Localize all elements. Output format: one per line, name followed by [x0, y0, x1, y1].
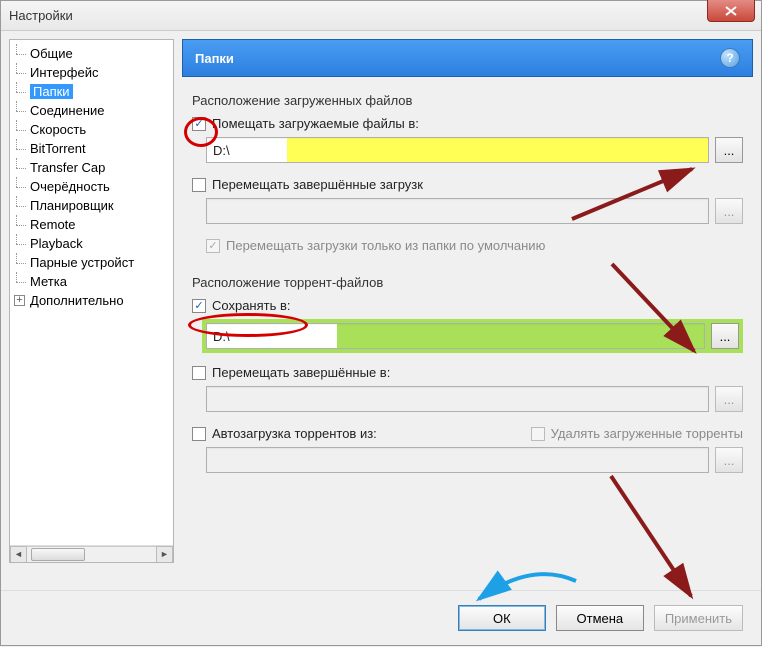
scroll-left-icon[interactable]: ◄ [10, 546, 27, 563]
group-downloads-title: Расположение загруженных файлов [192, 93, 743, 108]
row-autoload: Автозагрузка торрентов из: Удалять загру… [192, 426, 743, 441]
save-to-checkbox[interactable] [192, 299, 206, 313]
row-move-completed: Перемещать завершённые загрузк [192, 177, 743, 192]
sidebar-hscroll[interactable]: ◄ ► [10, 545, 173, 562]
close-button[interactable] [707, 0, 755, 22]
sidebar-item-connection[interactable]: Соединение [16, 101, 173, 120]
move-done-checkbox[interactable] [192, 366, 206, 380]
save-to-browse-button[interactable]: ... [711, 323, 739, 349]
move-completed-path-row: ... [206, 198, 743, 224]
row-move-done: Перемещать завершённые в: [192, 365, 743, 380]
autoload-path-input[interactable] [206, 447, 709, 473]
autoload-browse-button[interactable]: ... [715, 447, 743, 473]
autoload-label: Автозагрузка торрентов из: [212, 426, 377, 441]
move-done-path-input[interactable] [206, 386, 709, 412]
put-files-label: Помещать загружаемые файлы в: [212, 116, 419, 131]
autoload-path-row: ... [206, 447, 743, 473]
panel-header: Папки ? [182, 39, 753, 77]
group-downloads: Расположение загруженных файлов Помещать… [182, 87, 753, 259]
sidebar-item-queue[interactable]: Очерёдность [16, 177, 173, 196]
window-title: Настройки [1, 8, 73, 23]
cancel-button[interactable]: Отмена [556, 605, 644, 631]
panel-title: Папки [195, 51, 234, 66]
save-to-path-row: D:\ ... [202, 319, 743, 353]
move-completed-checkbox[interactable] [192, 178, 206, 192]
move-completed-path-input[interactable] [206, 198, 709, 224]
close-icon [725, 6, 737, 16]
sidebar-item-general[interactable]: Общие [16, 44, 173, 63]
category-tree: Общие Интерфейс Папки Соединение Скорост… [10, 44, 173, 310]
scroll-right-icon[interactable]: ► [156, 546, 173, 563]
dialog-body: Общие Интерфейс Папки Соединение Скорост… [1, 31, 761, 571]
sidebar-item-label[interactable]: Метка [16, 272, 173, 291]
move-completed-browse-button[interactable]: ... [715, 198, 743, 224]
sidebar-item-paired[interactable]: Парные устройст [16, 253, 173, 272]
put-files-path-row: D:\ ... [206, 137, 743, 163]
sidebar: Общие Интерфейс Папки Соединение Скорост… [9, 39, 174, 563]
put-files-browse-button[interactable]: ... [715, 137, 743, 163]
apply-button[interactable]: Применить [654, 605, 743, 631]
move-done-browse-button[interactable]: ... [715, 386, 743, 412]
help-button[interactable]: ? [720, 48, 740, 68]
row-only-default: Перемещать загрузки только из папки по у… [206, 238, 743, 253]
scroll-thumb[interactable] [31, 548, 85, 561]
row-save-to: Сохранять в: [192, 298, 743, 313]
move-done-path-row: ... [206, 386, 743, 412]
sidebar-item-transfer-cap[interactable]: Transfer Cap [16, 158, 173, 177]
scroll-track[interactable] [27, 546, 156, 563]
move-done-label: Перемещать завершённые в: [212, 365, 390, 380]
autoload-checkbox[interactable] [192, 427, 206, 441]
row-put-files: Помещать загружаемые файлы в: [192, 116, 743, 131]
delete-loaded-checkbox [531, 427, 545, 441]
main-panel: Папки ? Расположение загруженных файлов … [182, 39, 753, 563]
save-to-path-input[interactable]: D:\ [206, 323, 705, 349]
ok-button[interactable]: ОК [458, 605, 546, 631]
group-torrents-title: Расположение торрент-файлов [192, 275, 743, 290]
only-default-label: Перемещать загрузки только из папки по у… [226, 238, 545, 253]
titlebar: Настройки [1, 1, 761, 31]
sidebar-item-interface[interactable]: Интерфейс [16, 63, 173, 82]
only-default-checkbox [206, 239, 220, 253]
put-files-path-input[interactable]: D:\ [206, 137, 709, 163]
sidebar-item-advanced[interactable]: Дополнительно [16, 291, 173, 310]
sidebar-item-bittorrent[interactable]: BitTorrent [16, 139, 173, 158]
move-completed-label: Перемещать завершённые загрузк [212, 177, 423, 192]
sidebar-item-remote[interactable]: Remote [16, 215, 173, 234]
sidebar-item-folders[interactable]: Папки [16, 82, 173, 101]
dialog-buttons: ОК Отмена Применить [1, 590, 761, 645]
save-to-label: Сохранять в: [212, 298, 291, 313]
sidebar-item-speed[interactable]: Скорость [16, 120, 173, 139]
delete-loaded-label: Удалять загруженные торренты [551, 426, 743, 441]
titlebar-buttons [707, 1, 761, 30]
settings-window: Настройки Общие Интерфейс Папки Соединен… [0, 0, 762, 646]
group-torrents: Расположение торрент-файлов Сохранять в:… [182, 269, 753, 487]
sidebar-item-playback[interactable]: Playback [16, 234, 173, 253]
sidebar-item-scheduler[interactable]: Планировщик [16, 196, 173, 215]
put-files-checkbox[interactable] [192, 117, 206, 131]
